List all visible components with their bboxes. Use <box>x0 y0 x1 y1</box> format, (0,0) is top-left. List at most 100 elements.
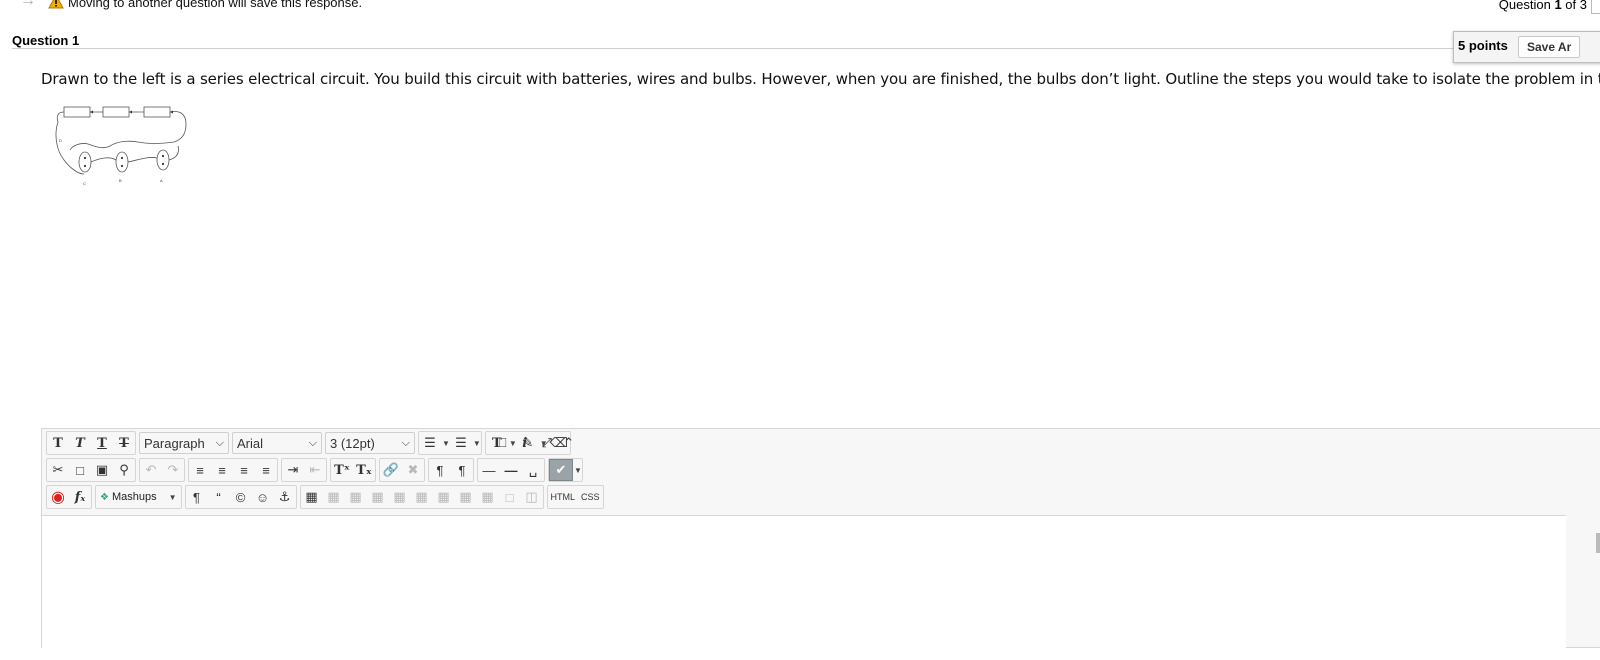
horizontal-line-icon[interactable]: — <box>478 460 500 480</box>
question-nav-box[interactable] <box>1591 0 1600 14</box>
direction-group: ¶ ¶ <box>428 458 474 482</box>
blockquote-icon[interactable]: “ <box>208 487 230 507</box>
table-cell-props-icon[interactable]: ▦ <box>345 487 367 507</box>
undo-icon[interactable]: ↶ <box>140 460 162 480</box>
paste-icon[interactable]: ▣ <box>91 460 113 480</box>
answer-editor: T T T T Paragraph ⌵ Arial ⌵ 3 (12pt) ⌵ ☰ ▼ ☰… <box>41 428 1600 648</box>
rtl-icon[interactable]: ¶ <box>451 460 473 480</box>
unlink-icon[interactable]: ✖ <box>402 460 424 480</box>
youtube-icon[interactable]: ◉ <box>47 487 69 507</box>
question-header: Question 1 <box>12 30 1600 49</box>
redo-icon[interactable]: ↷ <box>162 460 184 480</box>
insert-col-before-icon[interactable]: ▦ <box>433 487 455 507</box>
link-group: 🔗 ✖ <box>379 458 425 482</box>
circuit-label-c: C <box>83 181 86 186</box>
spellcheck-icon[interactable]: ✔ <box>549 459 573 481</box>
emoticon-icon[interactable]: ☺ <box>252 487 274 507</box>
copyright-icon[interactable]: © <box>230 487 252 507</box>
spellcheck-group: ✔ ▼ <box>548 458 583 482</box>
question-title: Question 1 <box>12 33 80 48</box>
table-group: ▦ ▦ ▦ ▦ ▦ ▦ ▦ ▦ ▦ □ ◫ <box>299 485 544 509</box>
editor-scrollbar[interactable] <box>1596 533 1600 553</box>
font-size-select[interactable]: 3 (12pt) ⌵ <box>325 432 415 454</box>
insert-row-after-icon[interactable]: ▦ <box>389 487 411 507</box>
insert-table-icon[interactable]: ▦ <box>301 487 323 507</box>
rule-group: — — ␣ <box>477 458 545 482</box>
question-text: Drawn to the left is a series electrical… <box>41 70 1600 88</box>
align-group: ≡ ≡ ≡ ≡ <box>188 458 278 482</box>
link-icon[interactable]: 🔗 <box>380 460 402 480</box>
chevron-down-icon: ⌵ <box>401 436 410 449</box>
insert-group: ¶ “ © ☺ ⚓ <box>184 485 297 509</box>
html-button[interactable]: HTML <box>548 492 579 502</box>
clipboard-group: ✂ □ ▣ ⚲ <box>46 458 136 482</box>
css-button[interactable]: CSS <box>578 492 603 502</box>
info-icon[interactable]: i <box>514 433 536 453</box>
cut-icon[interactable]: ✂ <box>47 460 69 480</box>
delete-row-icon[interactable]: ▦ <box>411 487 433 507</box>
mashups-button[interactable]: ❖ Mashups ▼ <box>95 485 182 509</box>
font-style-group: T T T T <box>46 431 136 455</box>
chevron-down-icon: ⌵ <box>215 436 224 449</box>
arrow-icon: → <box>20 0 36 9</box>
underline-button[interactable]: T <box>91 433 113 453</box>
split-cells-icon[interactable]: ◫ <box>521 487 543 507</box>
insert-row-before-icon[interactable]: ▦ <box>367 487 389 507</box>
dropdown-arrow-icon[interactable]: ▼ <box>574 466 582 475</box>
insert-col-after-icon[interactable]: ▦ <box>455 487 477 507</box>
bold-button[interactable]: T <box>47 433 69 453</box>
collapse-icon[interactable]: ⌃ <box>558 433 580 453</box>
toolbar-row-1: T T T T Paragraph ⌵ Arial ⌵ 3 (12pt) ⌵ ☰ ▼ ☰… <box>46 431 574 455</box>
preview-icon[interactable]: ⎕ <box>492 433 514 453</box>
strikethrough-button[interactable]: T <box>113 433 135 453</box>
anchor-icon[interactable]: ⚓ <box>274 487 296 507</box>
points-value: 5 points <box>1458 38 1508 53</box>
list-group: ☰ ▼ ☰ ▼ <box>418 431 482 455</box>
fullscreen-icon[interactable]: ⤢ <box>536 433 558 453</box>
circuit-label-d: D <box>59 138 62 143</box>
align-left-icon[interactable]: ≡ <box>189 460 211 480</box>
outdent-icon[interactable]: ⇤ <box>304 460 326 480</box>
warning-icon <box>48 0 64 9</box>
chevron-down-icon: ⌵ <box>308 436 317 449</box>
italic-button[interactable]: T <box>69 433 91 453</box>
copy-icon[interactable]: □ <box>69 460 91 480</box>
dropdown-arrow-icon[interactable]: ▼ <box>169 493 177 502</box>
dropdown-arrow-icon[interactable]: ▼ <box>442 439 450 448</box>
font-select[interactable]: Arial ⌵ <box>232 432 322 454</box>
toolbar-row-2: ✂ □ ▣ ⚲ ↶ ↷ ≡ ≡ ≡ ≡ ⇥ ⇤ Tˣ Tₓ 🔗 ✖ ¶ ¶ — … <box>46 458 586 482</box>
indent-icon[interactable]: ⇥ <box>282 460 304 480</box>
nonbreaking-space-icon[interactable]: ␣ <box>522 460 544 480</box>
ltr-icon[interactable]: ¶ <box>429 460 451 480</box>
delete-col-icon[interactable]: ▦ <box>477 487 499 507</box>
save-notice-text: Moving to another question will save thi… <box>68 0 363 10</box>
circuit-label-a: A <box>160 178 163 183</box>
save-answer-button[interactable]: Save Ar <box>1518 36 1581 58</box>
question-counter: Question 1 of 3 <box>1499 0 1600 14</box>
editor-right-tools: ⎕ i ⤢ ⌃ <box>492 433 580 453</box>
find-icon[interactable]: ⚲ <box>113 460 135 480</box>
subscript-icon[interactable]: Tₓ <box>353 460 375 480</box>
merge-cells-icon[interactable]: □ <box>499 487 521 507</box>
format-select[interactable]: Paragraph ⌵ <box>139 432 229 454</box>
numbered-list-icon[interactable]: ☰ <box>450 433 472 453</box>
mashups-icon: ❖ <box>100 491 109 503</box>
media-group: ◉ fₓ <box>46 485 92 509</box>
indent-group: ⇥ ⇤ <box>281 458 327 482</box>
script-group: Tˣ Tₓ <box>330 458 376 482</box>
answer-text-area[interactable] <box>42 515 1566 648</box>
align-justify-icon[interactable]: ≡ <box>255 460 277 480</box>
undo-group: ↶ ↷ <box>139 458 185 482</box>
superscript-icon[interactable]: Tˣ <box>331 460 353 480</box>
formula-icon[interactable]: fₓ <box>69 487 91 507</box>
align-right-icon[interactable]: ≡ <box>233 460 255 480</box>
align-center-icon[interactable]: ≡ <box>211 460 233 480</box>
bullet-list-icon[interactable]: ☰ <box>419 433 441 453</box>
points-panel: 5 points Save Ar <box>1453 31 1600 63</box>
thick-line-icon[interactable]: — <box>500 460 522 480</box>
table-row-props-icon[interactable]: ▦ <box>323 487 345 507</box>
circuit-diagram-image: D C B A <box>55 106 187 186</box>
paragraph-icon[interactable]: ¶ <box>186 487 208 507</box>
dropdown-arrow-icon[interactable]: ▼ <box>473 439 481 448</box>
toolbar-row-3: ◉ fₓ ❖ Mashups ▼ ¶ “ © ☺ ⚓ ▦ ▦ ▦ ▦ ▦ ▦ ▦… <box>46 485 607 509</box>
